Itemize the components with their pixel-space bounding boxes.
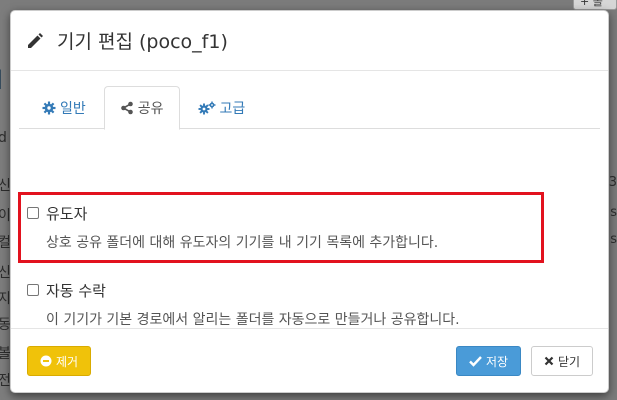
remove-button-label: 제거 bbox=[55, 354, 79, 369]
tab-sharing[interactable]: 공유 bbox=[103, 86, 180, 130]
introducer-checkbox[interactable] bbox=[27, 207, 39, 219]
dialog-footer: 제거 저장 닫기 bbox=[11, 328, 608, 392]
dialog-header: 기기 편집 (poco_f1) bbox=[11, 11, 608, 71]
tab-label: 고급 bbox=[219, 100, 246, 117]
check-icon bbox=[469, 355, 482, 367]
gear-icon bbox=[42, 101, 56, 115]
introducer-checkbox-row[interactable]: 유도자 bbox=[27, 203, 438, 223]
edit-device-dialog: 기기 편집 (poco_f1) 일반 공유 고급 유도자 상호 공유 폴더에 대… bbox=[10, 10, 609, 393]
auto-accept-label: 자동 수락 bbox=[46, 281, 106, 300]
introducer-option: 유도자 상호 공유 폴더에 대해 유도자의 기기를 내 기기 목록에 추가합니다… bbox=[27, 203, 438, 252]
tab-label: 일반 bbox=[60, 100, 86, 117]
close-button[interactable]: 닫기 bbox=[531, 346, 593, 376]
tab-label: 공유 bbox=[137, 101, 164, 117]
background-text-fragment: 3 bbox=[608, 175, 617, 190]
tab-general[interactable]: 일반 bbox=[26, 86, 102, 129]
save-button[interactable]: 저장 bbox=[456, 346, 521, 376]
auto-accept-checkbox[interactable] bbox=[27, 284, 39, 296]
introducer-description: 상호 공유 폴더에 대해 유도자의 기기를 내 기기 목록에 추가합니다. bbox=[46, 235, 439, 251]
auto-accept-description: 이 기기가 기본 경로에서 알리는 폴더를 자동으로 만들거나 공유합니다. bbox=[46, 312, 460, 328]
background-heading-fragment: l bbox=[0, 66, 3, 96]
background-page bbox=[0, 0, 10, 400]
introducer-label: 유도자 bbox=[46, 204, 88, 223]
close-icon bbox=[544, 356, 554, 366]
share-icon bbox=[120, 101, 134, 115]
dialog-body: 일반 공유 고급 유도자 상호 공유 폴더에 대해 유도자의 기기를 내 기기 … bbox=[11, 71, 608, 329]
tab-advanced[interactable]: 고급 bbox=[182, 86, 262, 129]
background-text-fragment: d bbox=[0, 130, 7, 146]
tab-bar: 일반 공유 고급 bbox=[19, 86, 600, 130]
gears-icon bbox=[198, 101, 216, 115]
background-text-fragment: s bbox=[610, 205, 617, 220]
pencil-icon bbox=[25, 31, 45, 51]
auto-accept-option: 자동 수락 이 기기가 기본 경로에서 알리는 폴더를 자동으로 만들거나 공유… bbox=[27, 280, 460, 329]
remove-button[interactable]: 제거 bbox=[27, 346, 91, 376]
minus-circle-icon bbox=[40, 355, 52, 367]
background-add-folder-button: + 폴 bbox=[573, 0, 617, 10]
close-button-label: 닫기 bbox=[557, 354, 581, 369]
auto-accept-checkbox-row[interactable]: 자동 수락 bbox=[27, 280, 460, 300]
save-button-label: 저장 bbox=[485, 354, 509, 369]
dialog-title: 기기 편집 (poco_f1) bbox=[57, 31, 228, 53]
background-text-fragment: s bbox=[610, 232, 617, 247]
